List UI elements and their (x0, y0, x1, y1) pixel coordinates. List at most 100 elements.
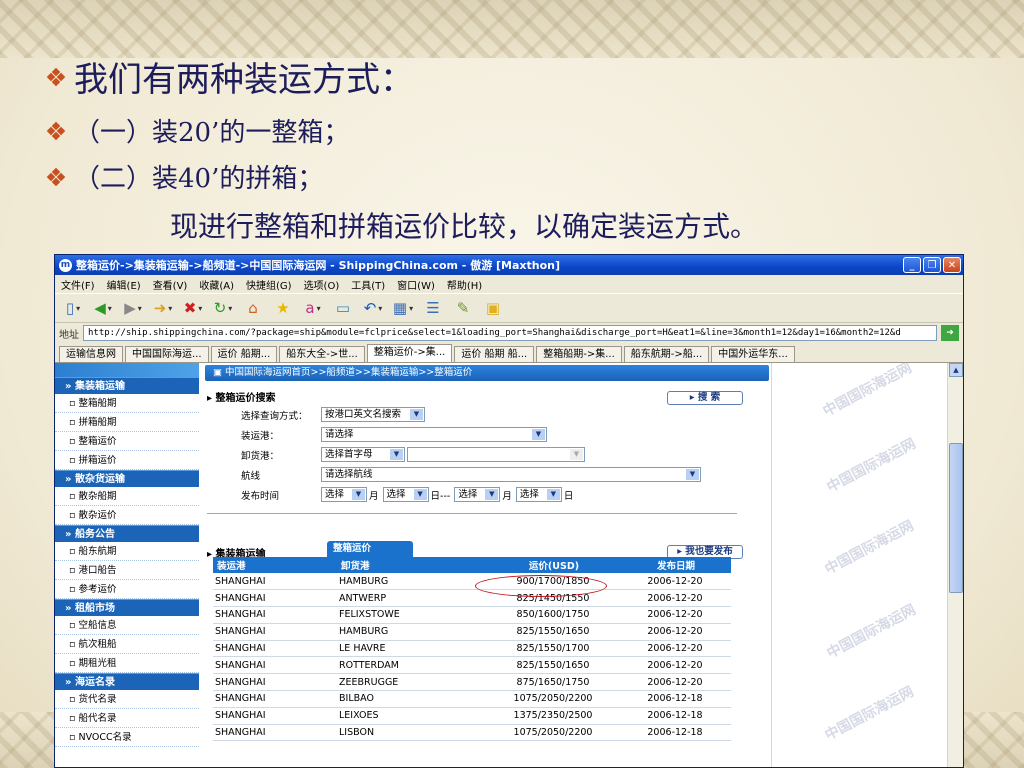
stop-icon[interactable]: ✖ ▾ (181, 297, 205, 319)
sidebar-item-lcl-schedule[interactable]: ▫ 拼箱船期 (55, 413, 199, 432)
menu-groups[interactable]: 快捷组(G) (246, 277, 292, 292)
tab-fcl-rate[interactable]: 整箱运价 (327, 541, 413, 557)
cell-loading-port: SHANGHAI (213, 589, 337, 608)
refresh-icon[interactable]: ↻ ▾ (211, 297, 235, 319)
month-from-select[interactable]: 选择 ▼ (321, 487, 367, 502)
day-range-separator: 日--- (430, 490, 451, 502)
sidebar-item-empty-ship[interactable]: ▫ 空船信息 (55, 616, 199, 635)
sidebar-section-directory[interactable]: » 海运名录 (55, 673, 199, 690)
home-icon[interactable]: ⌂ (241, 297, 265, 319)
maximize-button[interactable]: ❐ (923, 257, 941, 273)
sidebar-item-forwarder-list[interactable]: ▫ 货代名录 (55, 690, 199, 709)
forward-icon[interactable]: ▶ ▾ (121, 297, 145, 319)
watermark: 中国国际海运网 (824, 601, 919, 662)
loading-port-select[interactable]: 请选择 ▼ (321, 427, 547, 442)
tab-8[interactable]: 中国外运华东... (711, 346, 795, 362)
favorites-star-icon[interactable]: ★ (271, 297, 295, 319)
address-label: 地址 (59, 329, 79, 341)
translate-icon[interactable]: a ▾ (301, 297, 325, 319)
close-button[interactable]: ✕ (943, 257, 961, 273)
search-button[interactable]: ▸ 搜 索 (667, 391, 743, 405)
new-page-icon[interactable]: ▯ ▾ (61, 297, 85, 319)
chevron-down-icon: ▼ (546, 489, 560, 500)
url-input[interactable]: http://ship.shippingchina.com/?package=s… (83, 325, 937, 341)
sidebar-section-bulk[interactable]: » 散杂货运输 (55, 470, 199, 487)
sidebar-item-reference-rate[interactable]: ▫ 参考运价 (55, 580, 199, 599)
page-viewport: » 集装箱运输 ▫ 整箱船期 ▫ 拼箱船期 ▫ 整箱运价 ▫ 拼箱运价 » 散杂… (55, 363, 963, 767)
menu-window[interactable]: 窗口(W) (397, 277, 435, 292)
table-row[interactable]: SHANGHAI LEIXOES 1375/2350/2500 2006-12-18 (213, 707, 731, 725)
go-button-icon[interactable]: ➜ (941, 325, 959, 341)
diamond-bullet-icon (46, 121, 66, 140)
table-row[interactable]: SHANGHAI LE HAVRE 825/1550/1700 2006-12-20 (213, 640, 731, 658)
sidebar-item-voyage-charter[interactable]: ▫ 航次租船 (55, 635, 199, 654)
sidebar-section-container[interactable]: » 集装箱运输 (55, 377, 199, 394)
tab-6[interactable]: 整箱船期->集... (536, 346, 622, 362)
go-icon[interactable]: ➜ ▾ (151, 297, 175, 319)
tab-0[interactable]: 运输信息网 (59, 346, 123, 362)
list-icon[interactable]: ☰ (421, 297, 445, 319)
screen-icon[interactable]: ▭ (331, 297, 355, 319)
sidebar-item-agent-list[interactable]: ▫ 船代名录 (55, 709, 199, 728)
table-row[interactable]: SHANGHAI ZEEBRUGGE 875/1650/1750 2006-12-20 (213, 673, 731, 692)
sidebar-item-time-charter[interactable]: ▫ 期租光租 (55, 654, 199, 673)
folder-icon[interactable]: ▣ (481, 297, 505, 319)
cell-loading-port: SHANGHAI (213, 573, 337, 591)
query-method-select[interactable]: 按港口英文名搜索 ▼ (321, 407, 425, 422)
table-row[interactable]: SHANGHAI FELIXSTOWE 850/1600/1750 2006-12-2… (213, 606, 731, 624)
month-to-select[interactable]: 选择 ▼ (454, 487, 501, 502)
discharge-initial-select[interactable]: 选择首字母 ▼ (321, 447, 405, 462)
cell-date: 2006-12-20 (617, 606, 731, 624)
sidebar-section-notices[interactable]: » 船务公告 (55, 525, 199, 542)
tab-5[interactable]: 运价 船期 船... (454, 346, 535, 362)
discharge-port-select[interactable]: ▼ (407, 447, 585, 462)
cell-loading-port: SHANGHAI (213, 673, 337, 692)
scrollbar-thumb[interactable] (949, 443, 963, 593)
chevron-down-icon: ▼ (413, 489, 427, 500)
sidebar-item-carrier-schedule[interactable]: ▫ 船东航期 (55, 542, 199, 561)
panel-icon[interactable]: ▦ ▾ (391, 297, 415, 319)
table-row[interactable]: SHANGHAI HAMBURG 825/1550/1650 2006-12-20 (213, 623, 731, 641)
minimize-button[interactable]: _ (903, 257, 921, 273)
cell-rate: 825/1550/1700 (487, 640, 617, 658)
sidebar-item-fcl-schedule[interactable]: ▫ 整箱船期 (55, 394, 199, 413)
sidebar: » 集装箱运输 ▫ 整箱船期 ▫ 拼箱船期 ▫ 整箱运价 ▫ 拼箱运价 » 散杂… (55, 363, 199, 767)
scroll-up-icon[interactable]: ▲ (949, 363, 963, 377)
edit-icon[interactable]: ✎ (451, 297, 475, 319)
toolbar: ▯ ▾ ◀ ▾ ▶ ▾ ➜ ▾ ✖ ▾ ↻ ▾ ⌂ ★ a ▾ ▭ ↶ ▾ ▦ ▾ ☰ ✎ ▣ (55, 293, 963, 323)
table-row[interactable]: SHANGHAI HAMBURG 900/1700/1850 2006-12-20 (213, 573, 731, 591)
menu-tools[interactable]: 工具(T) (351, 277, 385, 292)
address-bar: 地址 http://ship.shippingchina.com/?packag… (55, 323, 963, 343)
menu-file[interactable]: 文件(F) (61, 277, 95, 292)
route-select[interactable]: 请选择航线 ▼ (321, 467, 701, 482)
sidebar-item-fcl-rate[interactable]: ▫ 整箱运价 (55, 432, 199, 451)
table-row[interactable]: SHANGHAI ANTWERP 825/1450/1550 2006-12-20 (213, 589, 731, 608)
sidebar-item-bulk-rate[interactable]: ▫ 散杂运价 (55, 506, 199, 525)
sidebar-item-port-notice[interactable]: ▫ 港口船告 (55, 561, 199, 580)
sidebar-section-charter[interactable]: » 租船市场 (55, 599, 199, 616)
back-icon[interactable]: ◀ ▾ (91, 297, 115, 319)
tab-1[interactable]: 中国国际海运... (125, 346, 209, 362)
table-row[interactable]: SHANGHAI LISBON 1075/2050/2200 2006-12-18 (213, 724, 731, 742)
col-discharge-port: 卸货港 (337, 557, 487, 573)
tab-7[interactable]: 船东航期->船... (623, 346, 710, 362)
sidebar-item-bulk-schedule[interactable]: ▫ 散杂船期 (55, 487, 199, 506)
table-row[interactable]: SHANGHAI ROTTERDAM 825/1550/1650 2006-12-20 (213, 656, 731, 675)
tab-2[interactable]: 运价 船期... (210, 346, 278, 362)
day-from-select[interactable]: 选择 ▼ (382, 487, 429, 502)
table-row[interactable]: SHANGHAI BILBAO 1075/2050/2200 2006-12-18 (213, 690, 731, 708)
menu-view[interactable]: 查看(V) (153, 277, 188, 292)
sidebar-item-lcl-rate[interactable]: ▫ 拼箱运价 (55, 451, 199, 470)
menu-help[interactable]: 帮助(H) (447, 277, 482, 292)
col-loading-port: 装运港 (213, 557, 337, 573)
tab-3[interactable]: 船东大全->世... (279, 346, 365, 362)
sidebar-item-nvocc-list[interactable]: ▫ NVOCC名录 (55, 728, 199, 747)
day-to-select[interactable]: 选择 ▼ (515, 487, 562, 502)
menu-favorites[interactable]: 收藏(A) (199, 277, 234, 292)
menu-options[interactable]: 选项(O) (304, 277, 340, 292)
menu-edit[interactable]: 编辑(E) (107, 277, 141, 292)
tab-4-active[interactable]: 整箱运价->集... (366, 344, 453, 362)
undo-icon[interactable]: ↶ ▾ (361, 297, 385, 319)
vertical-scrollbar[interactable]: ▲ (947, 363, 963, 767)
col-date: 发布日期 (617, 557, 731, 573)
